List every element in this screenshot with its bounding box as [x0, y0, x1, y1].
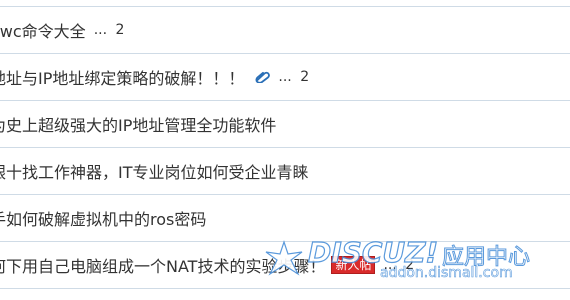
thread-row: 为史上超级强大的IP地址管理全功能软件	[0, 101, 570, 148]
thread-title-link[interactable]: 手如何破解虚拟机中的ros密码	[0, 206, 206, 230]
thread-row: 何下用自己电脑组成一个NAT技术的实验步骤！ 新人帖 ... 2	[0, 242, 570, 289]
thread-list: owc命令大全 ... 2 地址与IP地址绑定策略的破解！！！ ... 2 为史…	[0, 0, 570, 300]
pagination-ellipsis: ...	[383, 257, 397, 273]
thread-title-link[interactable]: 银十找工作神器，IT专业岗位如何受企业青睐	[0, 159, 309, 183]
thread-row: 地址与IP地址绑定策略的破解！！！ ... 2	[0, 54, 570, 101]
pagination-last-page-link[interactable]: 2	[116, 22, 125, 38]
thread-title-link[interactable]: owc命令大全	[0, 18, 86, 42]
thread-row: owc命令大全 ... 2	[0, 7, 570, 54]
new-user-post-badge: 新人帖	[331, 256, 376, 274]
thread-pagination: ... 2	[278, 69, 309, 85]
pagination-last-page-link[interactable]: 2	[405, 257, 414, 273]
thread-pagination: ... 2	[383, 257, 414, 273]
pagination-ellipsis: ...	[278, 69, 292, 85]
thread-title-link[interactable]: 为史上超级强大的IP地址管理全功能软件	[0, 112, 276, 136]
thread-row: 银十找工作神器，IT专业岗位如何受企业青睐	[0, 148, 570, 195]
paperclip-icon	[252, 71, 271, 83]
pagination-ellipsis: ...	[93, 22, 108, 38]
thread-row: 手如何破解虚拟机中的ros密码	[0, 195, 570, 242]
thread-title-link[interactable]: 何下用自己电脑组成一个NAT技术的实验步骤！	[0, 253, 325, 277]
thread-pagination: ... 2	[94, 22, 125, 38]
pagination-last-page-link[interactable]: 2	[300, 69, 309, 85]
thread-title-link[interactable]: 地址与IP地址绑定策略的破解！！！	[0, 65, 244, 89]
